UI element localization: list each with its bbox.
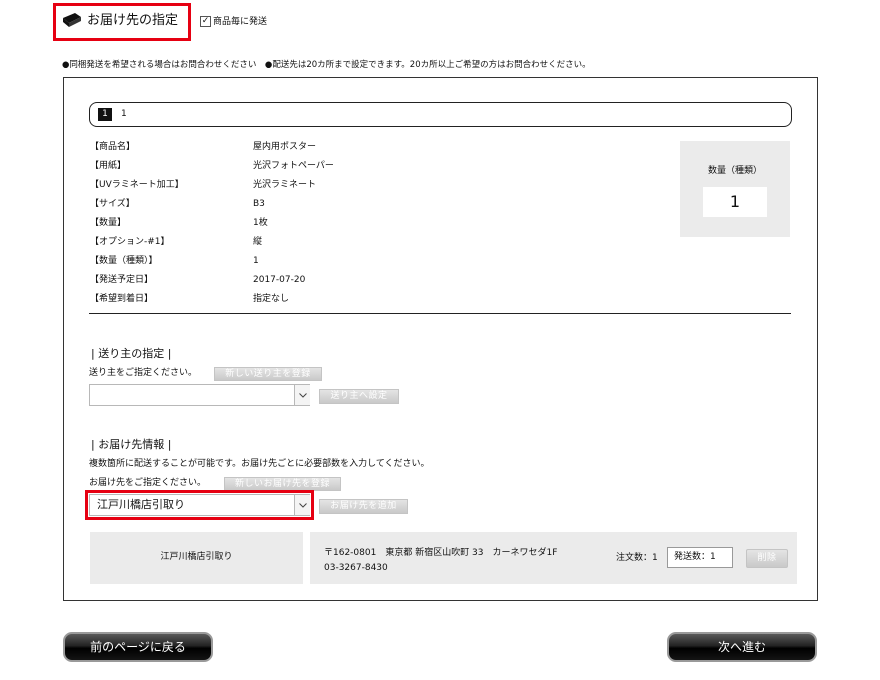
- spec-label: 【サイズ】: [90, 199, 135, 209]
- ship-quantity-input[interactable]: 発送数：1: [667, 547, 733, 568]
- per-item-label: 商品毎に発送: [213, 17, 268, 27]
- next-button[interactable]: 次へ進む: [667, 632, 817, 662]
- add-delivery-button[interactable]: お届け先を追加: [319, 499, 408, 514]
- spec-value: 光沢フォトペーパー: [253, 161, 334, 171]
- spec-value: 1枚: [253, 218, 268, 228]
- spec-label: 【オプション-#1】: [90, 237, 170, 247]
- destination-address: 〒162-0801 東京都 新宿区山吹町 33 カーネワセダ1F: [324, 548, 558, 558]
- tag-icon: [63, 13, 81, 27]
- chevron-down-icon[interactable]: [294, 385, 310, 405]
- sender-heading: | 送り主の指定 |: [91, 347, 172, 360]
- spec-value: B3: [253, 199, 265, 209]
- page-title: お届け先の指定: [87, 13, 179, 28]
- sender-select[interactable]: [89, 384, 310, 406]
- quantity-value: 1: [703, 187, 767, 217]
- destination-name: 江戸川橋店引取り: [160, 552, 233, 562]
- delete-button[interactable]: 削除: [746, 549, 788, 568]
- spec-value: 光沢ラミネート: [253, 180, 317, 190]
- new-delivery-button[interactable]: 新しいお届け先を登録: [224, 477, 341, 491]
- delivery-select-value: 江戸川橋店引取り: [97, 498, 185, 511]
- notice-text: ●同梱発送を希望される場合はお問合わせください ●配送先は20カ所まで設定できま…: [62, 60, 591, 70]
- spec-label: 【数量】: [90, 218, 127, 228]
- spec-label: 【数量（種類）】: [90, 256, 158, 266]
- spec-label: 【UVラミネート加工】: [90, 180, 184, 190]
- delivery-instruction: お届け先をご指定ください。: [89, 478, 207, 488]
- delivery-multi-note: 複数箇所に配送することが可能です。お届け先ごとに必要部数を入力してください。: [89, 459, 430, 469]
- spec-value: 縦: [253, 237, 263, 247]
- sender-instruction: 送り主をご指定ください。: [89, 368, 198, 378]
- spec-value: 1: [253, 256, 259, 266]
- destination-phone: 03-3267-8430: [324, 563, 388, 573]
- spec-label: 【用紙】: [90, 161, 127, 171]
- spec-label: 【発送予定日】: [90, 275, 154, 285]
- spec-label: 【希望到着日】: [90, 294, 154, 304]
- order-quantity: 注文数：1: [616, 553, 658, 563]
- set-sender-button[interactable]: 送り主へ設定: [319, 389, 399, 404]
- spec-label: 【商品名】: [90, 142, 136, 152]
- tab-bar: [89, 102, 792, 127]
- delivery-heading: | お届け先情報 |: [91, 438, 172, 451]
- spec-value: 屋内用ポスター: [253, 142, 317, 152]
- new-sender-button[interactable]: 新しい送り主を登録: [214, 367, 322, 381]
- quantity-label: 数量（種類）: [707, 166, 762, 176]
- divider: [89, 313, 791, 314]
- spec-value: 2017-07-20: [253, 275, 306, 285]
- per-item-checkbox[interactable]: ✓: [200, 16, 211, 27]
- back-button[interactable]: 前のページに戻る: [63, 632, 213, 662]
- tab-active[interactable]: 1: [98, 108, 112, 121]
- tab-item[interactable]: 1: [121, 108, 127, 121]
- chevron-down-icon[interactable]: [294, 495, 310, 515]
- spec-value: 指定なし: [253, 294, 290, 304]
